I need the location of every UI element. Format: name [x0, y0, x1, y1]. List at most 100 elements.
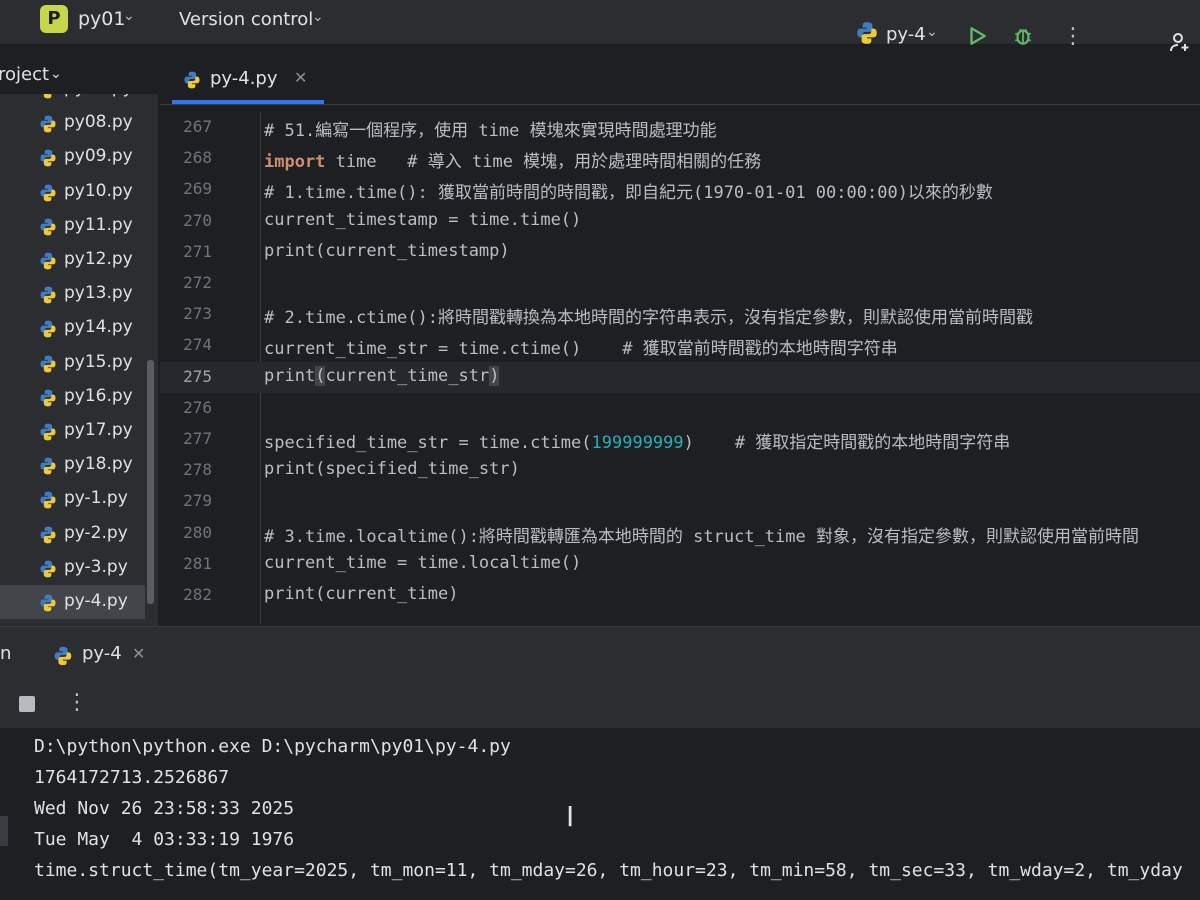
file-item-py15[interactable]: py15.py [0, 346, 145, 380]
line-number: 275 [183, 366, 212, 386]
code-line[interactable]: 275 print(current_time_str) [160, 361, 1200, 393]
file-item-py18[interactable]: py18.py [0, 448, 145, 482]
add-user-icon[interactable] [1168, 30, 1192, 58]
python-file-icon [38, 354, 58, 378]
file-item-py-2[interactable]: py-2.py [0, 517, 145, 551]
console-line: Tue May 4 03:33:19 1976 [34, 829, 295, 850]
python-file-icon [38, 422, 58, 446]
file-item-py16[interactable]: py16.py [0, 380, 145, 414]
run-toolbar: ⋮ [0, 682, 1200, 729]
code-token: ( [315, 365, 326, 386]
project-badge[interactable]: P [40, 5, 68, 33]
chevron-down-icon[interactable]: ⌄ [926, 24, 938, 40]
file-item-py08[interactable]: py08.py [0, 106, 145, 140]
console-gutter-marker [0, 816, 8, 846]
file-name: py10.py [64, 180, 133, 201]
console-line: 1764172713.2526867 [34, 767, 230, 788]
project-panel-title[interactable]: roject [0, 64, 49, 85]
text-cursor-icon: I [566, 800, 575, 833]
code-token: current_time_str = time.ctime() [264, 339, 582, 360]
code-text: specified_time_str = time.ctime(19999999… [264, 428, 1010, 453]
code-line[interactable]: 280 # 3.time.localtime():將時間戳轉匯為本地時間的 str… [160, 518, 1200, 549]
tab-label: py-4.py [210, 68, 278, 89]
more-options-icon[interactable]: ⋮ [1062, 24, 1084, 49]
line-number: 270 [183, 210, 212, 230]
code-token: print(current_timestamp) [264, 240, 510, 261]
line-number: 276 [183, 397, 212, 417]
file-item-py-3[interactable]: py-3.py [0, 551, 145, 585]
close-icon[interactable]: ✕ [132, 644, 145, 663]
code-line[interactable]: 269 # 1.time.time(): 獲取當前時間的時間戳，即自紀元(1970… [160, 174, 1200, 205]
file-name: py15.py [64, 351, 133, 372]
debug-icon[interactable] [1012, 25, 1034, 51]
more-options-icon[interactable]: ⋮ [66, 690, 88, 715]
version-control-menu[interactable]: Version control [179, 9, 313, 30]
file-item-py-4[interactable]: py-4.py [0, 585, 145, 619]
file-item-py12[interactable]: py12.py [0, 243, 145, 277]
file-item-py17[interactable]: py17.py [0, 414, 145, 448]
code-text: print(current_time_str) [264, 365, 500, 386]
code-token: current_timestamp = time.time() [264, 209, 582, 230]
code-line[interactable]: 271 print(current_timestamp) [160, 237, 1200, 268]
run-config-selector[interactable]: py-4 [886, 24, 926, 45]
python-file-icon [38, 559, 58, 583]
file-item-py09[interactable]: py09.py [0, 140, 145, 174]
code-line[interactable]: 276 [160, 393, 1200, 424]
project-name[interactable]: py01 [78, 8, 125, 30]
file-name: py-3.py [64, 556, 128, 577]
code-token: print(specified_time_str) [264, 459, 520, 480]
python-file-icon [38, 525, 58, 549]
scrollbar[interactable] [147, 360, 154, 604]
python-file-icon [38, 285, 58, 309]
chevron-down-icon[interactable]: ⌄ [312, 9, 324, 25]
python-file-icon [38, 183, 58, 207]
code-line[interactable]: 267 # 51.編寫一個程序，使用 time 模塊來實現時間處理功能 [160, 112, 1200, 143]
close-icon[interactable]: ✕ [294, 68, 307, 87]
file-name: py18.py [64, 454, 133, 475]
stop-icon[interactable] [19, 696, 35, 712]
tab-py-4[interactable]: py-4.py ✕ [172, 58, 324, 104]
python-file-icon [38, 593, 58, 617]
line-number: 280 [183, 522, 212, 542]
file-item-py10[interactable]: py10.py [0, 175, 145, 209]
active-tab-indicator [172, 100, 324, 104]
file-item-py11[interactable]: py11.py [0, 209, 145, 243]
console-output[interactable]: I D:\python\python.exe D:\pycharm\py01\p… [0, 728, 1200, 900]
file-name: py11.py [64, 214, 133, 235]
run-tab-py-4[interactable]: py-4 [82, 643, 122, 664]
number-token: 199999999 [591, 433, 684, 453]
chevron-down-icon[interactable]: ⌄ [123, 8, 135, 24]
file-item-py14[interactable]: py14.py [0, 311, 145, 345]
file-name: py09.py [64, 146, 133, 167]
code-line[interactable]: 278 print(specified_time_str) [160, 455, 1200, 486]
file-name: py07.py [64, 94, 133, 98]
code-line[interactable]: 277 specified_time_str = time.ctime(19999… [160, 424, 1200, 455]
code-line[interactable]: 272 [160, 268, 1200, 299]
code-line[interactable]: 282 print(current_time) [160, 580, 1200, 611]
file-name: py14.py [64, 317, 133, 338]
run-window-title: n [0, 643, 12, 664]
code-editor[interactable]: 267 # 51.編寫一個程序，使用 time 模塊來實現時間處理功能 268 imp… [160, 112, 1200, 624]
project-panel-header[interactable]: roject ⌄ [0, 58, 158, 94]
file-item-py-1[interactable]: py-1.py [0, 482, 145, 516]
python-file-icon [38, 319, 58, 343]
file-name: py13.py [64, 283, 133, 304]
line-number: 267 [183, 117, 212, 136]
file-item-py07[interactable]: py07.py [0, 94, 145, 106]
code-line[interactable]: 268 import time # 導入 time 模塊，用於處理時間相關的任務 [160, 143, 1200, 174]
keyword-token: import [264, 152, 326, 173]
file-item-py13[interactable]: py13.py [0, 277, 145, 311]
code-line[interactable]: 279 [160, 486, 1200, 517]
line-number: 278 [183, 460, 212, 480]
code-line[interactable]: 274 current_time_str = time.ctime() # 獲取當… [160, 330, 1200, 361]
run-icon[interactable] [966, 25, 988, 51]
python-file-icon [38, 94, 58, 104]
line-number: 271 [183, 241, 212, 261]
code-line[interactable]: 281 current_time = time.localtime() [160, 549, 1200, 580]
chevron-down-icon[interactable]: ⌄ [50, 66, 62, 82]
editor-tab-bar: py-4.py ✕ [160, 58, 1200, 105]
code-line[interactable]: 270 current_timestamp = time.time() [160, 206, 1200, 237]
code-token: print(current_time) [264, 584, 459, 604]
code-text: print(current_timestamp) [264, 241, 510, 261]
code-line[interactable]: 273 # 2.time.ctime():將時間戳轉換為本地時間的字符串表示，沒有… [160, 299, 1200, 330]
